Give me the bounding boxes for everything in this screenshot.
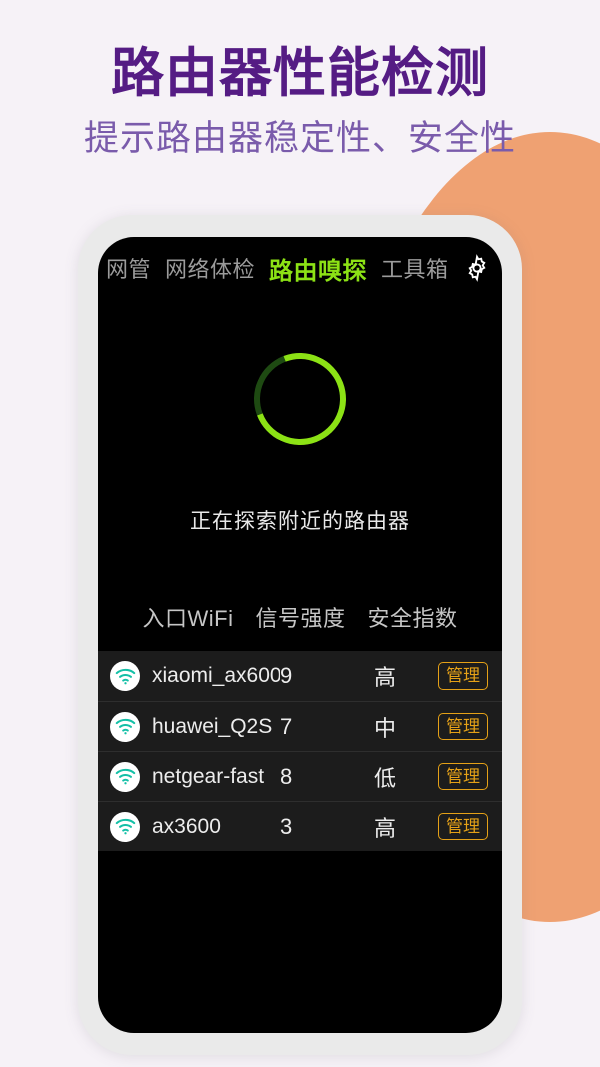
manage-button-wrap: 管理: [438, 712, 488, 741]
page-subtitle: 提示路由器稳定性、安全性: [83, 119, 516, 159]
wifi-signal-strength: 8: [280, 763, 293, 789]
column-header-signal: 信号强度: [255, 606, 346, 631]
wifi-signal-strength: 7: [280, 713, 293, 739]
loading-spinner-icon: [239, 338, 361, 460]
manage-button-wrap: 管理: [438, 812, 488, 841]
manage-button[interactable]: 管理: [438, 812, 488, 841]
wifi-signal-strength: 3: [280, 813, 293, 839]
wifi-list: xiaomi_ax600 9 高 管理 huawei_Q2S 7 中 管理 ne…: [98, 651, 502, 851]
scan-status-text: 正在探索附近的路由器: [190, 510, 410, 533]
wifi-ssid: netgear-fast: [152, 764, 265, 788]
wifi-ssid: xiaomi_ax600: [152, 664, 280, 687]
scan-spinner-area: [98, 299, 502, 499]
wifi-security-index: 中: [373, 715, 396, 741]
wifi-ssid: ax3600: [152, 814, 221, 838]
table-row[interactable]: xiaomi_ax600 9 高 管理: [98, 651, 502, 701]
tab-network-admin[interactable]: 网管: [106, 252, 151, 284]
wifi-security-index: 高: [373, 815, 396, 841]
tab-router-sniffer[interactable]: 路由嗅探: [269, 251, 367, 286]
tab-toolbox[interactable]: 工具箱: [381, 252, 449, 284]
page-title: 路由器性能检测: [111, 44, 489, 103]
table-row[interactable]: huawei_Q2S 7 中 管理: [98, 701, 502, 751]
phone-screen: 网管 网络体检 路由嗅探 工具箱 正在探索附近的路由器 入口WiFi 信号强度 …: [98, 237, 502, 1033]
wifi-signal-strength: 9: [280, 663, 293, 688]
wifi-icon: [110, 661, 140, 691]
table-row[interactable]: ax3600 3 高 管理: [98, 801, 502, 851]
manage-button[interactable]: 管理: [438, 762, 488, 791]
manage-button-wrap: 管理: [438, 662, 488, 690]
table-column-headers: 入口WiFi 信号强度 安全指数: [98, 601, 502, 633]
gear-icon[interactable]: [463, 253, 492, 283]
wifi-security-index: 低: [373, 765, 396, 791]
manage-button-wrap: 管理: [438, 762, 488, 791]
wifi-icon: [110, 811, 140, 842]
manage-button[interactable]: 管理: [438, 712, 488, 741]
tab-network-checkup[interactable]: 网络体检: [165, 252, 255, 284]
wifi-ssid: huawei_Q2S: [152, 714, 273, 738]
promo-header: 路由器性能检测 提示路由器稳定性、安全性: [0, 0, 600, 160]
wifi-icon: [110, 761, 140, 792]
column-header-ssid: 入口WiFi: [142, 606, 234, 631]
manage-button[interactable]: 管理: [438, 662, 488, 690]
wifi-security-index: 高: [373, 665, 396, 690]
wifi-icon: [110, 711, 140, 742]
table-row[interactable]: netgear-fast 8 低 管理: [98, 751, 502, 801]
column-header-security: 安全指数: [367, 606, 458, 631]
phone-frame: 网管 网络体检 路由嗅探 工具箱 正在探索附近的路由器 入口WiFi 信号强度 …: [78, 215, 522, 1055]
top-tab-bar: 网管 网络体检 路由嗅探 工具箱: [98, 237, 502, 299]
